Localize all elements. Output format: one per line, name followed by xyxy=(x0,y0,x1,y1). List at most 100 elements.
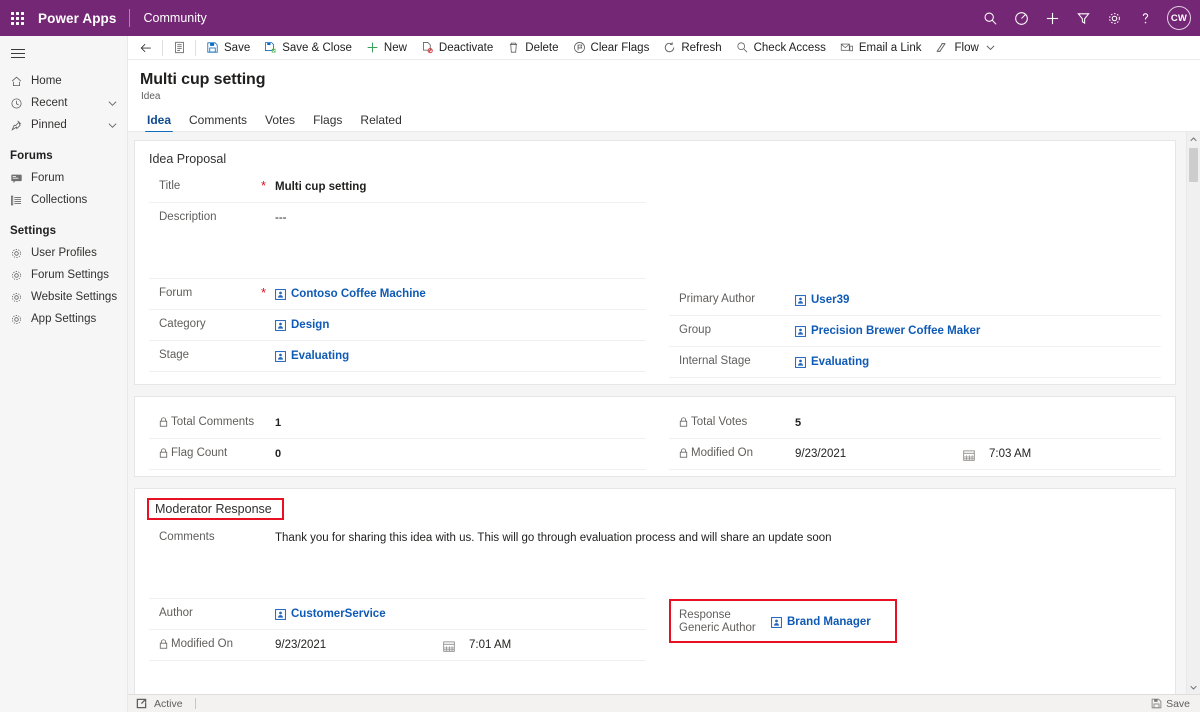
form-scrollbar[interactable] xyxy=(1186,132,1200,694)
time-value[interactable]: 7:03 AM xyxy=(989,447,1161,462)
status-save-button[interactable]: Save xyxy=(1151,698,1200,710)
field-label: Author xyxy=(159,607,193,619)
lookup-link-response-generic-author[interactable]: Brand Manager xyxy=(771,615,871,630)
lookup-link-author[interactable]: CustomerService xyxy=(275,607,386,622)
sidebar-item-user-profiles[interactable]: User Profiles xyxy=(0,242,127,264)
forum-icon xyxy=(10,172,28,185)
delete-button[interactable]: Delete xyxy=(500,36,565,60)
avatar[interactable]: CW xyxy=(1167,6,1191,30)
sidebar-item-home[interactable]: Home xyxy=(0,70,127,92)
brand-label[interactable]: Power Apps xyxy=(34,11,129,26)
field-flag-count: Flag Count 0 xyxy=(149,439,646,470)
lookup-link-forum[interactable]: Contoso Coffee Machine xyxy=(275,287,426,302)
lookup-icon xyxy=(275,351,286,362)
lookup-link-category[interactable]: Design xyxy=(275,318,329,333)
field-label-text: Total Comments xyxy=(171,416,255,428)
flow-icon xyxy=(937,43,946,52)
tab-idea[interactable]: Idea xyxy=(139,108,179,134)
flow-button[interactable]: Flow xyxy=(928,36,1001,60)
field-value[interactable]: 1 xyxy=(275,416,281,431)
save-and-close-button[interactable]: Save & Close xyxy=(257,36,359,60)
sidebar-item-app-settings[interactable]: App Settings xyxy=(0,308,127,330)
flow-button-label: Flow xyxy=(954,41,979,54)
app-name-label[interactable]: Community xyxy=(130,11,207,25)
tab-flags[interactable]: Flags xyxy=(305,108,350,134)
lookup-link-internal-stage[interactable]: Evaluating xyxy=(795,355,869,370)
form-header: Multi cup setting Idea Idea Comments Vot… xyxy=(128,60,1200,134)
field-comments: Comments Thank you for sharing this idea… xyxy=(149,523,832,599)
field-value[interactable]: 0 xyxy=(275,447,281,462)
time-value[interactable]: 7:01 AM xyxy=(469,638,646,653)
sidebar-collapse-button[interactable] xyxy=(0,40,127,66)
scrollbar-thumb[interactable] xyxy=(1189,148,1198,182)
field-forum: Forum * Contoso Coffee Machine xyxy=(149,279,646,310)
field-label: Description xyxy=(159,211,217,223)
save-button[interactable]: Save xyxy=(199,36,257,60)
required-spacer xyxy=(261,316,275,318)
date-value[interactable]: 9/23/2021 xyxy=(275,638,443,653)
waffle-grid-icon xyxy=(10,11,24,25)
calendar-icon[interactable] xyxy=(443,640,469,652)
settings-button[interactable] xyxy=(1099,0,1129,36)
status-divider xyxy=(194,698,196,709)
scroll-down-arrow-icon[interactable] xyxy=(1187,680,1200,694)
lookup-link-stage[interactable]: Evaluating xyxy=(275,349,349,364)
new-button[interactable]: New xyxy=(359,36,414,60)
lookup-icon xyxy=(795,357,806,368)
quick-create-button[interactable] xyxy=(1037,0,1067,36)
tab-comments[interactable]: Comments xyxy=(181,108,255,134)
field-label: Comments xyxy=(159,531,215,543)
chevron-down-icon[interactable] xyxy=(108,121,117,133)
waffle-menu-button[interactable] xyxy=(0,0,34,36)
sidebar-item-recent[interactable]: Recent xyxy=(0,92,127,114)
filter-icon xyxy=(1076,12,1090,24)
search-button[interactable] xyxy=(975,0,1005,36)
sidebar-group-title-forums: Forums xyxy=(10,150,53,162)
field-label: Category xyxy=(159,318,206,330)
popout-button[interactable] xyxy=(128,698,154,709)
sidebar-item-forum-settings[interactable]: Forum Settings xyxy=(0,264,127,286)
required-spacer xyxy=(261,414,275,416)
email-a-link-button[interactable]: Email a Link xyxy=(833,36,929,60)
refresh-icon xyxy=(665,42,675,53)
tab-votes[interactable]: Votes xyxy=(257,108,303,134)
chevron-down-icon[interactable] xyxy=(108,99,117,111)
trash-icon xyxy=(510,42,518,53)
help-button[interactable] xyxy=(1130,0,1160,36)
field-label: Modified On xyxy=(669,445,781,462)
field-value[interactable]: Multi cup setting xyxy=(275,178,646,195)
field-label: Title xyxy=(159,180,181,192)
field-title: Title * Multi cup setting xyxy=(149,172,646,203)
refresh-button[interactable]: Refresh xyxy=(656,36,728,60)
email-a-link-button-label: Email a Link xyxy=(858,41,922,54)
chevron-down-icon[interactable] xyxy=(984,43,995,52)
form-selector-button[interactable] xyxy=(166,36,192,60)
lookup-value: User39 xyxy=(811,294,850,306)
sidebar-item-label: Website Settings xyxy=(31,291,118,303)
sidebar-item-collections[interactable]: Collections xyxy=(0,189,127,211)
check-access-button[interactable]: Check Access xyxy=(729,36,833,60)
deactivate-button-label: Deactivate xyxy=(438,41,494,54)
lookup-link-primary-author[interactable]: User39 xyxy=(795,293,849,308)
sidebar-item-pinned[interactable]: Pinned xyxy=(0,114,127,136)
date-value[interactable]: 9/23/2021 xyxy=(795,447,963,462)
sidebar-item-forum[interactable]: Forum xyxy=(0,167,127,189)
deactivate-button[interactable]: Deactivate xyxy=(414,36,500,60)
sidebar-item-website-settings[interactable]: Website Settings xyxy=(0,286,127,308)
lookup-link-group[interactable]: Precision Brewer Coffee Maker xyxy=(795,324,980,339)
dashboard-button[interactable] xyxy=(1006,0,1036,36)
back-button[interactable] xyxy=(133,36,159,60)
tab-related[interactable]: Related xyxy=(352,108,409,134)
required-spacer xyxy=(261,445,275,447)
filter-button[interactable] xyxy=(1068,0,1098,36)
command-bar: Save Save & Close New Deactivate Delete xyxy=(128,36,1200,60)
new-button-label: New xyxy=(383,41,407,54)
clear-flags-button[interactable]: Clear Flags xyxy=(566,36,657,60)
field-value[interactable]: --- xyxy=(275,209,646,226)
scroll-up-arrow-icon[interactable] xyxy=(1187,132,1200,146)
field-value[interactable]: 5 xyxy=(795,416,801,431)
column-spacer xyxy=(669,523,1161,599)
form-icon xyxy=(174,41,184,54)
sidebar-item-label: User Profiles xyxy=(31,247,97,259)
calendar-icon[interactable] xyxy=(963,449,989,461)
